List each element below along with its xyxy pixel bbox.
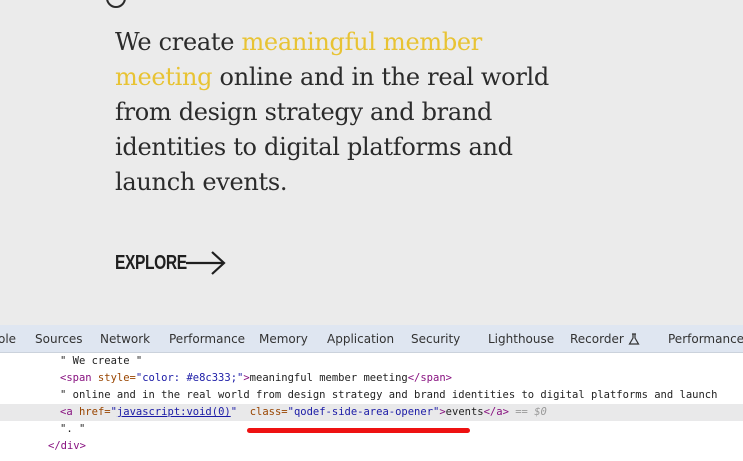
tab-recorder-label: Recorder xyxy=(570,332,624,346)
anchor-close-tag: </a> xyxy=(483,406,509,418)
tab-sources[interactable]: Sources xyxy=(35,332,82,346)
tab-lighthouse[interactable]: Lighthouse xyxy=(488,332,554,346)
tab-memory[interactable]: Memory xyxy=(259,332,308,346)
anchor-open-tag: <a xyxy=(60,406,73,418)
href-attr-link[interactable]: javascript:void(0) xyxy=(117,406,231,418)
tab-security[interactable]: Security xyxy=(411,332,460,346)
tab-application[interactable]: Application xyxy=(327,332,394,346)
class-attr-name: class= xyxy=(237,406,288,418)
hero-text-before: We create xyxy=(115,28,242,56)
red-annotation-underline xyxy=(247,428,470,433)
tab-recorder[interactable]: Recorder xyxy=(570,332,640,346)
class-attr-value[interactable]: "qodef-side-area-opener" xyxy=(288,406,440,418)
dom-text-node[interactable]: ". " xyxy=(60,421,85,438)
devtools-tab-bar: ole Sources Network Performance Memory A… xyxy=(0,325,743,353)
tab-performance-insights[interactable]: Performance in xyxy=(668,332,743,346)
flask-icon xyxy=(628,333,640,345)
span-close-tag: </span> xyxy=(407,372,452,384)
span-open-tag: <span xyxy=(60,372,92,384)
selected-node-marker: == $0 xyxy=(508,406,547,418)
devtools-panel: ole Sources Network Performance Memory A… xyxy=(0,325,743,461)
hero-paragraph: We create meaningful member meeting onli… xyxy=(115,25,555,200)
style-attr-name: style= xyxy=(91,372,136,384)
tab-console[interactable]: ole xyxy=(0,332,16,346)
dom-text-node[interactable]: " online and in the real world from desi… xyxy=(60,387,717,404)
href-attr-name: href= xyxy=(72,406,111,418)
explore-label: EXPLORE xyxy=(115,251,187,274)
anchor-text[interactable]: events xyxy=(446,406,484,418)
explore-link[interactable]: EXPLORE xyxy=(115,250,227,276)
style-attr-value[interactable]: "color: #e8c333;" xyxy=(136,372,243,384)
website-hero-section: We create meaningful member meeting onli… xyxy=(0,0,743,325)
dom-anchor-node-selected[interactable]: <a href="javascript:void(0)" class="qode… xyxy=(0,404,743,421)
arrow-right-icon xyxy=(186,251,226,275)
circle-icon xyxy=(106,0,126,8)
elements-dom-tree: " We create " <span style="color: #e8c33… xyxy=(0,353,743,461)
div-close-tag[interactable]: </div> xyxy=(48,438,86,455)
dom-span-node[interactable]: <span style="color: #e8c333;">meaningful… xyxy=(60,370,452,387)
tab-network[interactable]: Network xyxy=(100,332,150,346)
dom-text-node[interactable]: " We create " xyxy=(60,353,142,370)
tab-performance[interactable]: Performance xyxy=(169,332,245,346)
span-text[interactable]: meaningful member meeting xyxy=(250,372,408,384)
